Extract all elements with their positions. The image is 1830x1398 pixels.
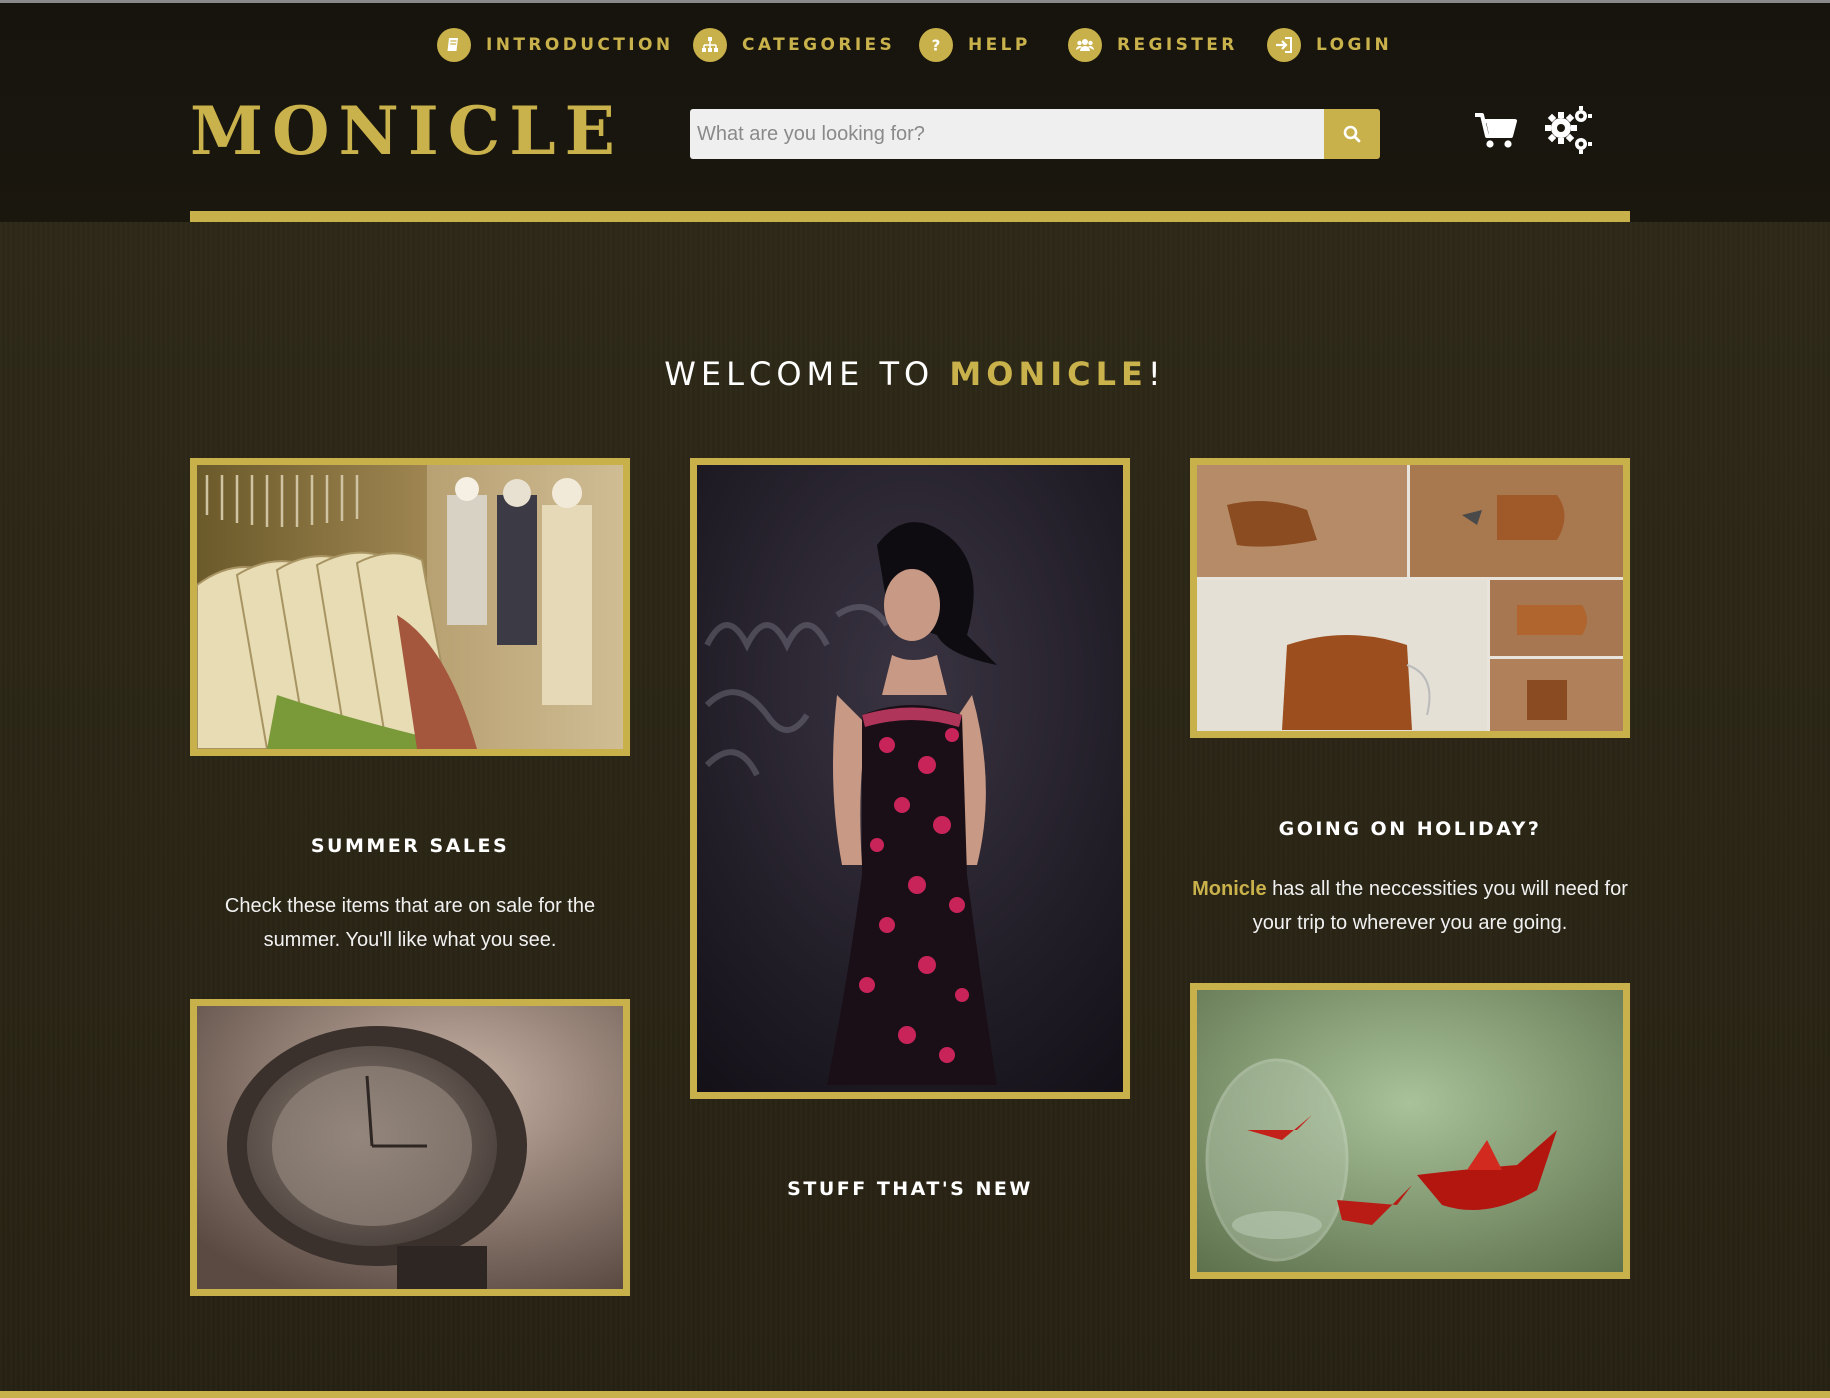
top-nav: INTRODUCTION CATEGORIES ? HELP REGISTER … <box>0 25 1830 65</box>
footer-accent-bar <box>0 1391 1830 1398</box>
new-stuff-image[interactable] <box>690 458 1130 1099</box>
search-button[interactable] <box>1324 109 1380 159</box>
nav-item-introduction[interactable]: INTRODUCTION <box>437 25 673 65</box>
welcome-prefix: WELCOME TO <box>664 355 950 393</box>
search-bar <box>690 109 1380 159</box>
nav-item-categories[interactable]: CATEGORIES <box>693 25 895 65</box>
holiday-title: GOING ON HOLIDAY? <box>1278 818 1542 840</box>
nav-item-register[interactable]: REGISTER <box>1068 25 1238 65</box>
nav-label: CATEGORIES <box>742 35 896 55</box>
nav-item-login[interactable]: LOGIN <box>1267 25 1392 65</box>
nav-label: REGISTER <box>1117 35 1238 55</box>
summer-sales-text: Check these items that are on sale for t… <box>224 895 596 951</box>
nav-label: LOGIN <box>1316 35 1393 55</box>
search-input[interactable] <box>690 109 1324 159</box>
users-icon <box>1068 28 1102 62</box>
watch-image[interactable] <box>190 999 630 1296</box>
holiday-text: Monicle has all the neccessities you wil… <box>1190 872 1630 940</box>
search-icon <box>1343 125 1361 143</box>
svg-text:?: ? <box>932 37 941 55</box>
site-header: INTRODUCTION CATEGORIES ? HELP REGISTER … <box>0 3 1830 224</box>
sign-in-icon <box>1267 28 1301 62</box>
holiday-brand: Monicle <box>1192 878 1267 900</box>
nav-label: HELP <box>968 35 1031 55</box>
welcome-suffix: ! <box>1147 355 1166 393</box>
question-icon: ? <box>919 28 953 62</box>
gears-icon[interactable] <box>1544 106 1592 154</box>
welcome-brand: MONICLE <box>949 355 1148 393</box>
sitemap-icon <box>693 28 727 62</box>
book-icon <box>437 28 471 62</box>
holiday-text-body: has all the neccessities you will need f… <box>1252 878 1628 934</box>
site-logo[interactable]: MONICLE <box>190 91 624 171</box>
nav-item-help[interactable]: ? HELP <box>919 25 1031 65</box>
new-stuff-title: STUFF THAT'S NEW <box>787 1178 1033 1200</box>
summer-sales-title: SUMMER SALES <box>310 835 510 857</box>
paper-boats-image[interactable] <box>1190 983 1630 1279</box>
welcome-heading: WELCOME TO MONICLE! <box>0 355 1830 393</box>
holiday-image[interactable] <box>1190 458 1630 738</box>
nav-label: INTRODUCTION <box>486 35 674 55</box>
summer-sales-image[interactable] <box>190 458 630 756</box>
cart-icon[interactable] <box>1474 111 1518 151</box>
